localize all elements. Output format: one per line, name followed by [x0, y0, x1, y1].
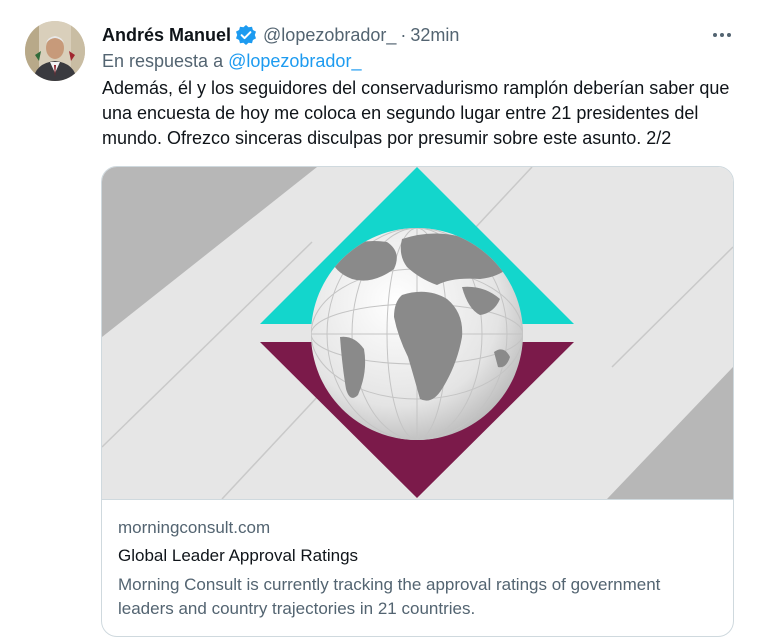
avatar[interactable] [25, 21, 85, 81]
card-image[interactable] [102, 167, 733, 500]
avatar-photo [25, 21, 85, 81]
globe-illustration [102, 167, 733, 500]
more-options-icon[interactable] [702, 22, 742, 48]
tweet-text: Además, él y los seguidores del conserva… [102, 78, 730, 148]
reply-context: En respuesta a @lopezobrador_ [102, 51, 361, 72]
author-handle[interactable]: @lopezobrador_ [263, 25, 396, 46]
reply-prefix: En respuesta a [102, 51, 224, 71]
card-domain: morningconsult.com [118, 518, 271, 537]
card-title: Global Leader Approval Ratings [118, 546, 359, 565]
tweet[interactable]: Andrés Manuel @lopezobrador_ · 32min En … [0, 0, 758, 640]
header-separator: · [400, 24, 407, 45]
reply-handle-link[interactable]: @lopezobrador_ [228, 51, 361, 71]
tweet-timestamp[interactable]: 32min [410, 25, 459, 46]
link-preview-card[interactable]: morningconsult.com Global Leader Approva… [101, 166, 734, 637]
card-description: Morning Consult is currently tracking th… [118, 575, 661, 618]
author-name[interactable]: Andrés Manuel [102, 25, 231, 46]
tweet-header: Andrés Manuel @lopezobrador_ · 32min [102, 22, 459, 48]
verified-badge-icon [235, 24, 257, 46]
card-body: morningconsult.com Global Leader Approva… [118, 517, 718, 621]
